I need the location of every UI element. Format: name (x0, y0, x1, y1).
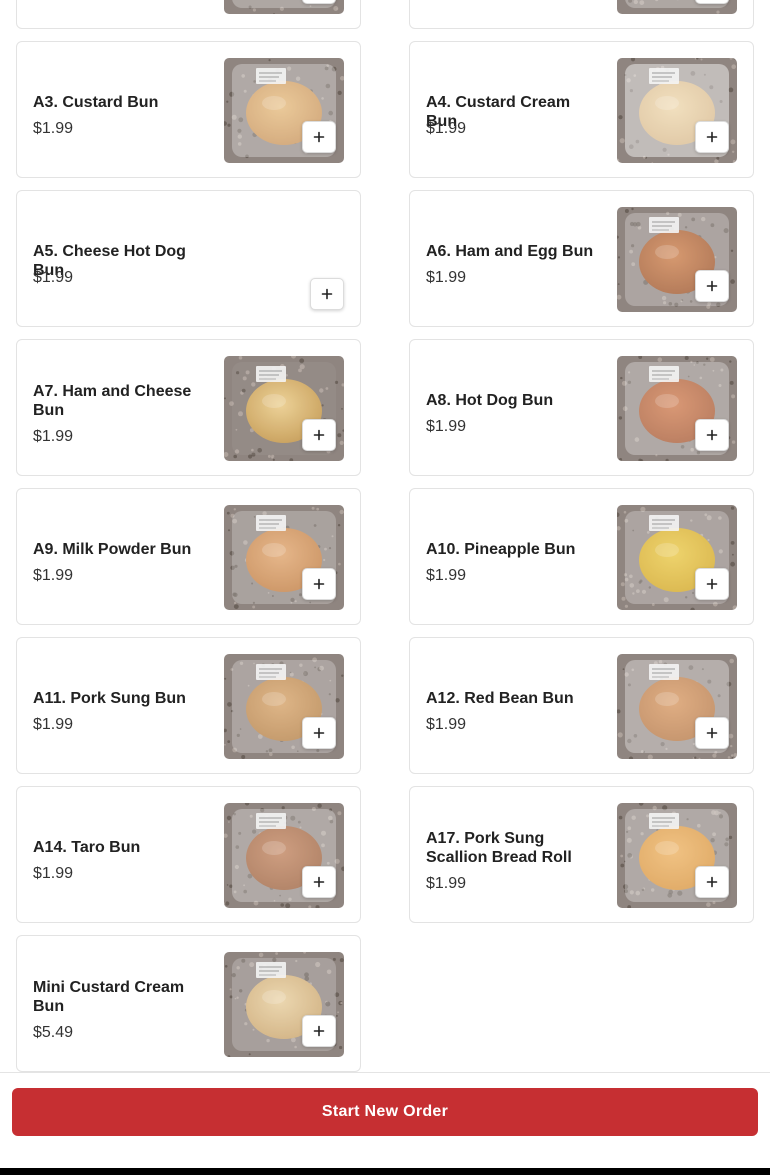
add-to-order-button[interactable] (695, 717, 729, 749)
menu-item-name: A6. Ham and Egg Bun (426, 243, 594, 260)
plus-icon (706, 727, 718, 739)
plus-icon (313, 876, 325, 888)
add-to-order-button[interactable] (302, 717, 336, 749)
add-to-order-button[interactable] (302, 0, 336, 4)
plus-icon (321, 288, 333, 300)
add-to-order-button[interactable] (695, 568, 729, 600)
add-to-order-button[interactable] (302, 866, 336, 898)
menu-item-card[interactable]: Mini Custard Cream Bun $5.49 (16, 935, 361, 1072)
add-to-order-button[interactable] (310, 278, 344, 310)
menu-item-price: $1.99 (426, 875, 467, 892)
menu-item-name: A12. Red Bean Bun (426, 690, 574, 707)
order-footer: Start New Order (0, 1072, 770, 1168)
add-to-order-button[interactable] (695, 0, 729, 4)
menu-item-price: $1.99 (33, 716, 74, 733)
menu-item-card[interactable]: A17. Pork Sung Scallion Bread Roll $1.99 (409, 786, 754, 923)
menu-item-name: A7. Ham and Cheese Bun (33, 383, 192, 419)
add-to-order-button[interactable] (302, 568, 336, 600)
plus-icon (706, 280, 718, 292)
add-to-order-button[interactable] (695, 419, 729, 451)
bottom-system-bar (0, 1168, 770, 1175)
menu-item-card[interactable] (409, 0, 754, 29)
menu-item-card[interactable]: A11. Pork Sung Bun $1.99 (16, 637, 361, 774)
menu-item-price: $1.99 (426, 418, 467, 435)
menu-item-price: $1.99 (33, 120, 74, 137)
add-to-order-button[interactable] (302, 121, 336, 153)
menu-item-card[interactable]: A10. Pineapple Bun $1.99 (409, 488, 754, 625)
menu-item-card[interactable]: A3. Custard Bun $1.99 (16, 41, 361, 178)
menu-item-card[interactable]: A9. Milk Powder Bun $1.99 (16, 488, 361, 625)
add-to-order-button[interactable] (695, 270, 729, 302)
plus-icon (313, 1025, 325, 1037)
menu-item-name: A8. Hot Dog Bun (426, 392, 554, 409)
menu-item-price: $5.49 (33, 1024, 74, 1041)
menu-item-name: A9. Milk Powder Bun (33, 541, 192, 558)
menu-item-card[interactable]: A8. Hot Dog Bun $1.99 (409, 339, 754, 476)
menu-item-card[interactable]: A7. Ham and Cheese Bun $1.99 (16, 339, 361, 476)
plus-icon (313, 727, 325, 739)
menu-item-price: $1.99 (33, 428, 74, 445)
menu-item-name: A3. Custard Bun (33, 94, 159, 111)
menu-item-price: $1.99 (426, 567, 467, 584)
menu-item-price: $1.99 (426, 716, 467, 733)
menu-item-price: $1.99 (33, 567, 74, 584)
menu-item-price: $1.99 (426, 269, 467, 286)
menu-item-price: $1.99 (33, 269, 74, 286)
menu-item-card[interactable]: A12. Red Bean Bun $1.99 (409, 637, 754, 774)
menu-item-price: $1.99 (426, 120, 467, 137)
menu-item-name: A11. Pork Sung Bun (33, 690, 186, 707)
menu-item-card[interactable]: A6. Ham and Egg Bun $1.99 (409, 190, 754, 327)
add-to-order-button[interactable] (695, 866, 729, 898)
plus-icon (706, 131, 718, 143)
plus-icon (706, 876, 718, 888)
menu-item-card[interactable] (16, 0, 361, 29)
plus-icon (313, 429, 325, 441)
menu-item-name: Mini Custard Cream Bun (33, 979, 185, 1015)
menu-item-name: A17. Pork Sung Scallion Bread Roll (426, 830, 572, 866)
start-new-order-button[interactable]: Start New Order (12, 1088, 758, 1136)
add-to-order-button[interactable] (302, 419, 336, 451)
menu-item-card[interactable]: A14. Taro Bun $1.99 (16, 786, 361, 923)
menu-item-name: A14. Taro Bun (33, 839, 141, 856)
plus-icon (313, 578, 325, 590)
add-to-order-button[interactable] (695, 121, 729, 153)
plus-icon (313, 131, 325, 143)
menu-item-price: $1.99 (33, 865, 74, 882)
plus-icon (706, 429, 718, 441)
menu-item-card[interactable]: A4. Custard Cream Bun $1.99 (409, 41, 754, 178)
menu-item-card[interactable]: A5. Cheese Hot Dog Bun $1.99 (16, 190, 361, 327)
menu-item-name: A10. Pineapple Bun (426, 541, 576, 558)
add-to-order-button[interactable] (302, 1015, 336, 1047)
plus-icon (706, 578, 718, 590)
